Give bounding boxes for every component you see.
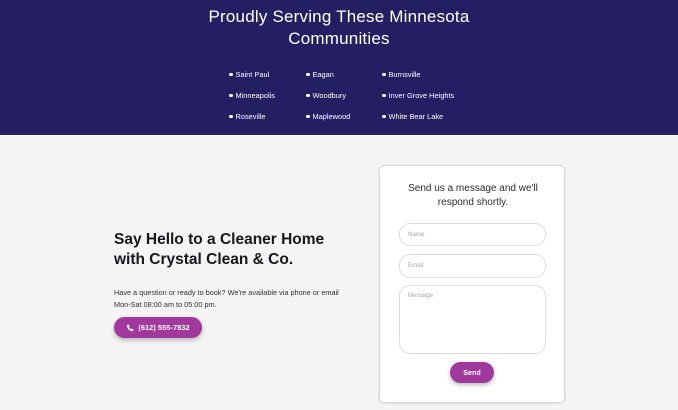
call-phone-button[interactable]: (612) 555-7832: [114, 317, 202, 338]
list-item-woodbury: Woodbury: [306, 85, 382, 106]
town-list: Saint Paul Eagan Burnsville Minneapolis …: [229, 64, 469, 124]
contact-form: Send us a message and we'll respond shor…: [379, 165, 565, 403]
bullet-icon: [382, 72, 386, 77]
list-item-roseville: Roseville: [229, 106, 306, 127]
form-title-line2: respond shortly.: [437, 197, 509, 208]
town-label: Saint Paul: [235, 70, 270, 79]
message-placeholder: Message: [408, 292, 434, 299]
bullet-icon: [306, 114, 310, 119]
contact-description-line2: Mon-Sat 08:00 am to 05:00 pm.: [114, 300, 217, 309]
list-item-minneapolis: Minneapolis: [229, 85, 306, 106]
town-label: Burnsville: [388, 70, 421, 79]
list-item-burnsville: Burnsville: [382, 64, 469, 85]
town-label: Eagan: [312, 70, 334, 79]
name-field[interactable]: Name: [399, 223, 546, 246]
contact-intro: Say Hello to a Cleaner Home with Crystal…: [114, 230, 364, 311]
list-item-saint-paul: Saint Paul: [229, 64, 306, 85]
bullet-icon: [229, 93, 233, 98]
form-title: Send us a message and we'll respond shor…: [392, 182, 554, 210]
town-label: Roseville: [235, 112, 266, 121]
phone-number-label: (612) 555-7832: [138, 323, 190, 332]
contact-description: Have a question or ready to book? We're …: [114, 287, 364, 311]
send-label: Send: [463, 368, 481, 377]
bullet-icon: [306, 72, 310, 77]
town-label: Woodbury: [312, 91, 347, 100]
contact-description-line1: Have a question or ready to book? We're …: [114, 288, 339, 297]
email-placeholder: Email: [408, 262, 424, 269]
send-button[interactable]: Send: [450, 362, 494, 383]
communities-title-line2: Communities: [288, 29, 390, 48]
list-item-inver-grove-heights: Inver Grove Heights: [382, 85, 469, 106]
phone-icon: [126, 323, 134, 332]
town-label: Inver Grove Heights: [388, 91, 455, 100]
contact-heading-line2: with Crystal Clean & Co.: [114, 251, 294, 268]
communities-section: Proudly Serving These Minnesota Communit…: [0, 0, 678, 135]
bullet-icon: [229, 72, 233, 77]
form-title-line1: Send us a message and we'll: [408, 183, 538, 194]
bullet-icon: [382, 93, 386, 98]
contact-heading-line1: Say Hello to a Cleaner Home: [114, 231, 325, 248]
list-item-maplewood: Maplewood: [306, 106, 382, 127]
contact-section: Say Hello to a Cleaner Home with Crystal…: [0, 135, 678, 410]
email-field[interactable]: Email: [399, 254, 546, 278]
bullet-icon: [306, 93, 310, 98]
communities-title-line1: Proudly Serving These Minnesota: [208, 7, 470, 26]
contact-heading: Say Hello to a Cleaner Home with Crystal…: [114, 230, 364, 270]
bullet-icon: [382, 114, 386, 119]
communities-title: Proudly Serving These Minnesota Communit…: [0, 6, 678, 50]
name-placeholder: Name: [408, 231, 425, 238]
town-label: Maplewood: [312, 112, 351, 121]
town-label: Minneapolis: [235, 91, 275, 100]
message-textarea[interactable]: Message: [399, 285, 546, 354]
bullet-icon: [229, 114, 233, 119]
list-item-white-bear-lake: White Bear Lake: [382, 106, 469, 127]
list-item-eagan: Eagan: [306, 64, 382, 85]
town-label: White Bear Lake: [388, 112, 444, 121]
